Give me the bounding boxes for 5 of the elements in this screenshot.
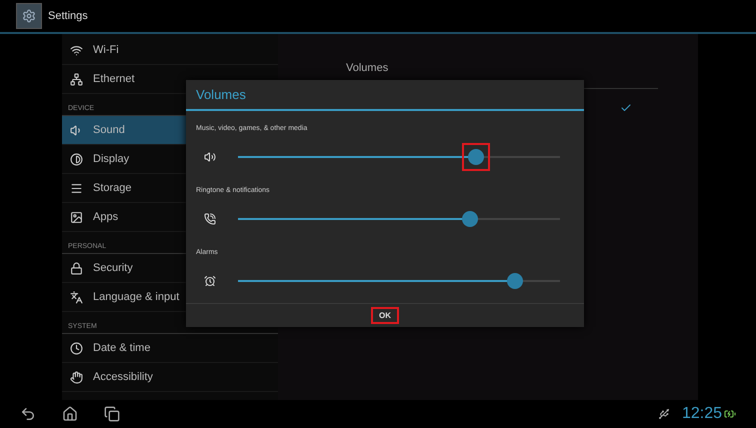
- ok-button[interactable]: OK: [371, 307, 399, 324]
- window-title: Settings: [48, 10, 88, 22]
- clock-time: 12:25: [682, 405, 722, 423]
- sidebar-item[interactable]: Accessibility: [62, 363, 278, 392]
- settings-row-label: Volumes: [346, 62, 388, 74]
